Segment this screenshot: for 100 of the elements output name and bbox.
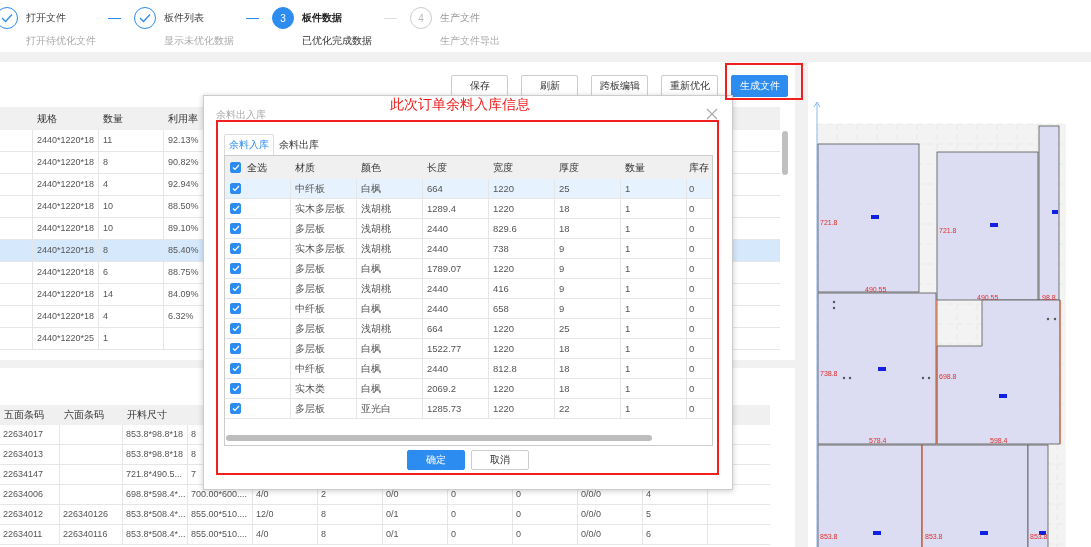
cell-value: 4 <box>103 179 108 189</box>
cell-value: 0 <box>689 263 695 274</box>
table-row[interactable]: 实木类 白枫 2069.2 1220 18 1 0 <box>225 379 712 399</box>
checkbox[interactable] <box>230 283 241 294</box>
cell-value: 0/1 <box>386 509 399 519</box>
checkbox[interactable] <box>230 183 241 194</box>
cell-value: 1 <box>625 283 631 294</box>
tab[interactable]: 余料入库 <box>224 134 274 155</box>
cell-value: 4 <box>646 489 651 499</box>
table-row[interactable]: 多层板 浅胡桃 664 1220 25 1 0 <box>225 319 712 339</box>
checkbox[interactable] <box>230 203 241 214</box>
step-title[interactable]: 打开文件 <box>26 7 96 29</box>
cell-value: 8 <box>103 245 108 255</box>
cell-value: 416 <box>493 283 509 294</box>
dialog-button[interactable]: 取消 <box>471 450 529 470</box>
checkbox[interactable] <box>230 303 241 314</box>
cell-value: 浅胡桃 <box>361 203 391 214</box>
checkbox[interactable] <box>230 243 241 254</box>
cell-value: 1220 <box>493 203 515 214</box>
table-row[interactable]: 实木多层板 浅胡桃 2440 738 9 1 0 <box>225 239 712 259</box>
cell-value: 1789.07 <box>427 263 462 274</box>
cell-value: 2440*1220*18 <box>37 135 95 145</box>
cell-value: 855.00*510.... <box>191 529 248 539</box>
step-title[interactable]: 板件数据 <box>302 7 372 29</box>
cell-value: 22634011 <box>3 529 43 539</box>
toolbar-button[interactable]: 保存 <box>451 75 508 97</box>
cell-value: 6.32% <box>168 311 194 321</box>
cell-value: 多层板 <box>295 223 325 234</box>
cell-value: 8 <box>321 509 326 519</box>
cell-value: 664 <box>427 183 443 194</box>
scrollbar-thumb[interactable] <box>782 131 788 175</box>
cell-value: 6 <box>646 529 651 539</box>
cell-value: 多层板 <box>295 403 325 414</box>
cell-value: 1220 <box>493 343 515 354</box>
toolbar-button[interactable]: 刷新 <box>521 75 578 97</box>
step-description: 打开待优化文件 <box>26 34 96 48</box>
cell-value: 1220 <box>493 323 515 334</box>
table-row[interactable]: 中纤板 白枫 664 1220 25 1 0 <box>225 179 712 199</box>
table-row[interactable]: 实木多层板 浅胡桃 1289.4 1220 18 1 0 <box>225 199 712 219</box>
cell-value: 18 <box>559 383 570 394</box>
cell-value: 14 <box>103 289 113 299</box>
checkbox[interactable] <box>230 383 241 394</box>
table-row[interactable]: 多层板 白枫 1789.07 1220 9 1 0 <box>225 259 712 279</box>
cell-value: 1289.4 <box>427 203 457 214</box>
checkbox[interactable] <box>230 343 241 354</box>
scrollbar-thumb[interactable] <box>226 435 652 441</box>
cell-value: 8 <box>191 429 196 439</box>
cell-value: 829.6 <box>493 223 517 234</box>
column-header: 颜色 <box>361 162 381 173</box>
cell-value: 0 <box>689 363 695 374</box>
checkbox[interactable] <box>230 403 241 414</box>
column-header: 数量 <box>103 113 123 124</box>
cell-value: 1 <box>625 403 631 414</box>
select-all-label: 全选 <box>247 161 267 175</box>
cell-value: 0 <box>516 489 521 499</box>
cell-value: 9 <box>559 243 565 254</box>
cell-value: 2440*1220*18 <box>37 179 95 189</box>
cell-value: 9 <box>559 263 565 274</box>
table-row[interactable]: 多层板 亚光白 1285.73 1220 22 1 0 <box>225 399 712 419</box>
cell-value: 90.82% <box>168 157 199 167</box>
tab[interactable]: 余料出库 <box>274 134 324 155</box>
toolbar-button[interactable]: 重新优化 <box>661 75 718 97</box>
checkbox[interactable] <box>230 323 241 334</box>
cell-value: 7 <box>191 469 196 479</box>
cell-value: 855.00*510.... <box>191 509 248 519</box>
cell-value: 2440 <box>427 223 449 234</box>
cell-value: 0 <box>689 283 695 294</box>
cell-value: 22634017 <box>3 429 44 439</box>
cell-value: 2440*1220*18 <box>37 289 95 299</box>
cell-value: 88.50% <box>168 201 199 211</box>
cell-value: 4/0 <box>256 489 269 499</box>
cell-value: 2440*1220*18 <box>37 267 95 277</box>
cell-value: 白枫 <box>361 343 381 354</box>
step-title[interactable]: 板件列表 <box>164 7 234 29</box>
cell-value: 2440*1220*18 <box>37 311 95 321</box>
table-row[interactable]: 多层板 浅胡桃 2440 416 9 1 0 <box>225 279 712 299</box>
table-row[interactable]: 中纤板 白枫 2440 658 9 1 0 <box>225 299 712 319</box>
cell-value: 812.8 <box>493 363 517 374</box>
table-row[interactable]: 中纤板 白枫 2440 812.8 18 1 0 <box>225 359 712 379</box>
toolbar-button[interactable]: 跨板编辑 <box>591 75 648 97</box>
checkbox[interactable] <box>230 162 241 173</box>
cell-value: 0 <box>516 509 521 519</box>
table-row[interactable]: 多层板 白枫 1522.77 1220 18 1 0 <box>225 339 712 359</box>
column-header: 宽度 <box>493 162 513 173</box>
cell-value: 2440 <box>427 283 449 294</box>
cell-value: 0/0/0 <box>581 489 602 499</box>
cell-value: 2440 <box>427 243 449 254</box>
table-row[interactable]: 多层板 浅胡桃 2440 829.6 18 1 0 <box>225 219 712 239</box>
checkbox[interactable] <box>230 223 241 234</box>
cell-value: 721.8*490.5... <box>126 469 183 479</box>
cell-value: 1522.77 <box>427 343 462 354</box>
cell-value: 1 <box>625 203 631 214</box>
cell-value: 0 <box>689 303 695 314</box>
cell-value: 2440*1220*18 <box>37 223 95 233</box>
cell-value: 2 <box>321 489 326 499</box>
cell-value: 0 <box>689 343 695 354</box>
checkbox[interactable] <box>230 363 241 374</box>
cell-value: 1 <box>625 263 631 274</box>
close-icon[interactable] <box>706 108 718 120</box>
checkbox[interactable] <box>230 263 241 274</box>
